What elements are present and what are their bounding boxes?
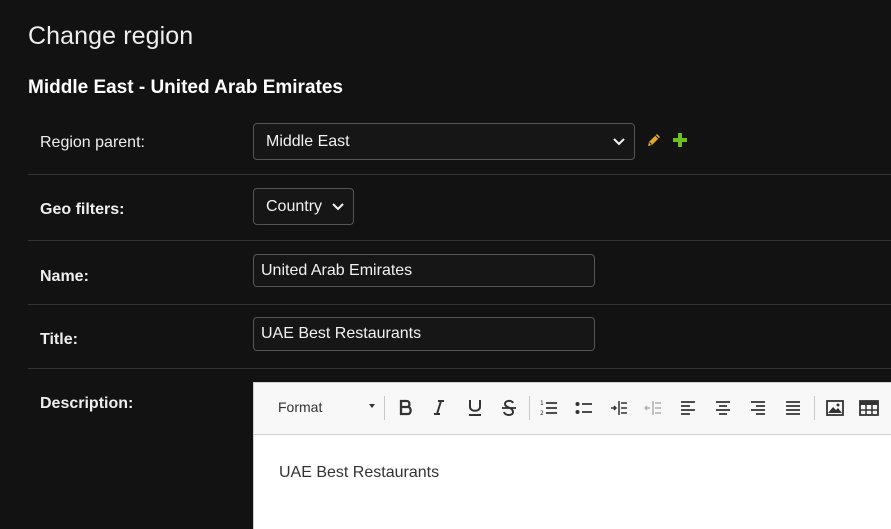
toolbar-divider <box>529 396 530 420</box>
indent-icon <box>611 401 627 415</box>
bullet-list-icon <box>575 402 592 414</box>
numbered-list-icon: 1 2 <box>540 400 557 417</box>
outdent-icon <box>644 401 661 415</box>
description-label: Description: <box>40 395 134 412</box>
title-input[interactable]: UAE Best Restaurants <box>253 317 595 351</box>
related-links <box>646 132 688 148</box>
fieldset-title: Middle East - United Arab Emirates <box>28 77 343 98</box>
svg-text:2: 2 <box>540 410 544 417</box>
underline-icon <box>469 400 481 416</box>
region-parent-value: Middle East <box>266 132 350 150</box>
title-label: Title: <box>40 331 78 348</box>
geo-filters-select[interactable]: Country <box>253 188 354 225</box>
geo-filters-value: Country <box>266 197 323 215</box>
toolbar-divider <box>814 396 815 420</box>
strikethrough-icon <box>502 399 516 416</box>
page-title: Change region <box>28 22 194 50</box>
bold-button[interactable] <box>394 396 418 420</box>
plus-icon[interactable] <box>672 132 688 148</box>
toolbar-divider <box>384 396 385 420</box>
svg-text:1: 1 <box>540 400 544 407</box>
geo-filters-label: Geo filters: <box>40 201 125 218</box>
table-icon <box>859 400 879 416</box>
chevron-down-icon <box>613 137 625 145</box>
image-icon <box>826 400 844 416</box>
italic-button[interactable] <box>427 396 451 420</box>
format-dropdown-label: Format <box>278 399 323 415</box>
format-dropdown[interactable]: Format <box>278 399 375 415</box>
indent-button[interactable] <box>607 396 631 420</box>
insert-image-button[interactable] <box>823 396 847 420</box>
align-center-icon <box>716 401 730 415</box>
form-row-title: Title: UAE Best Restaurants <box>28 305 891 369</box>
pencil-icon[interactable] <box>646 132 662 148</box>
chevron-down-icon <box>332 202 344 210</box>
name-input[interactable]: United Arab Emirates <box>253 254 595 287</box>
align-right-button[interactable] <box>746 396 770 420</box>
outdent-button[interactable] <box>641 396 665 420</box>
rich-text-editor: Format 1 2 UAE Best Restaurants <box>253 382 891 529</box>
insert-table-button[interactable] <box>857 396 881 420</box>
form-row-region-parent: Region parent: Middle East <box>28 110 891 175</box>
change-form: Region parent: Middle East Geo filters: … <box>28 110 891 529</box>
form-row-description: Description: Format 1 2 UAE Best Restaur… <box>28 369 891 529</box>
underline-button[interactable] <box>463 396 487 420</box>
editor-toolbar: Format 1 2 <box>254 383 891 435</box>
region-parent-label: Region parent: <box>40 134 145 151</box>
align-left-button[interactable] <box>676 396 700 420</box>
justify-icon <box>786 401 800 415</box>
justify-button[interactable] <box>781 396 805 420</box>
align-right-icon <box>751 401 765 415</box>
bold-icon <box>399 399 412 416</box>
caret-down-icon <box>369 404 375 408</box>
bullet-list-button[interactable] <box>572 396 596 420</box>
align-left-icon <box>681 401 695 415</box>
region-parent-select[interactable]: Middle East <box>253 123 635 160</box>
italic-icon <box>434 400 444 415</box>
align-center-button[interactable] <box>711 396 735 420</box>
form-row-name: Name: United Arab Emirates <box>28 241 891 305</box>
editor-content[interactable]: UAE Best Restaurants <box>254 435 891 482</box>
strikethrough-button[interactable] <box>497 396 521 420</box>
numbered-list-button[interactable]: 1 2 <box>537 396 561 420</box>
form-row-geo-filters: Geo filters: Country <box>28 175 891 241</box>
name-label: Name: <box>40 268 89 285</box>
